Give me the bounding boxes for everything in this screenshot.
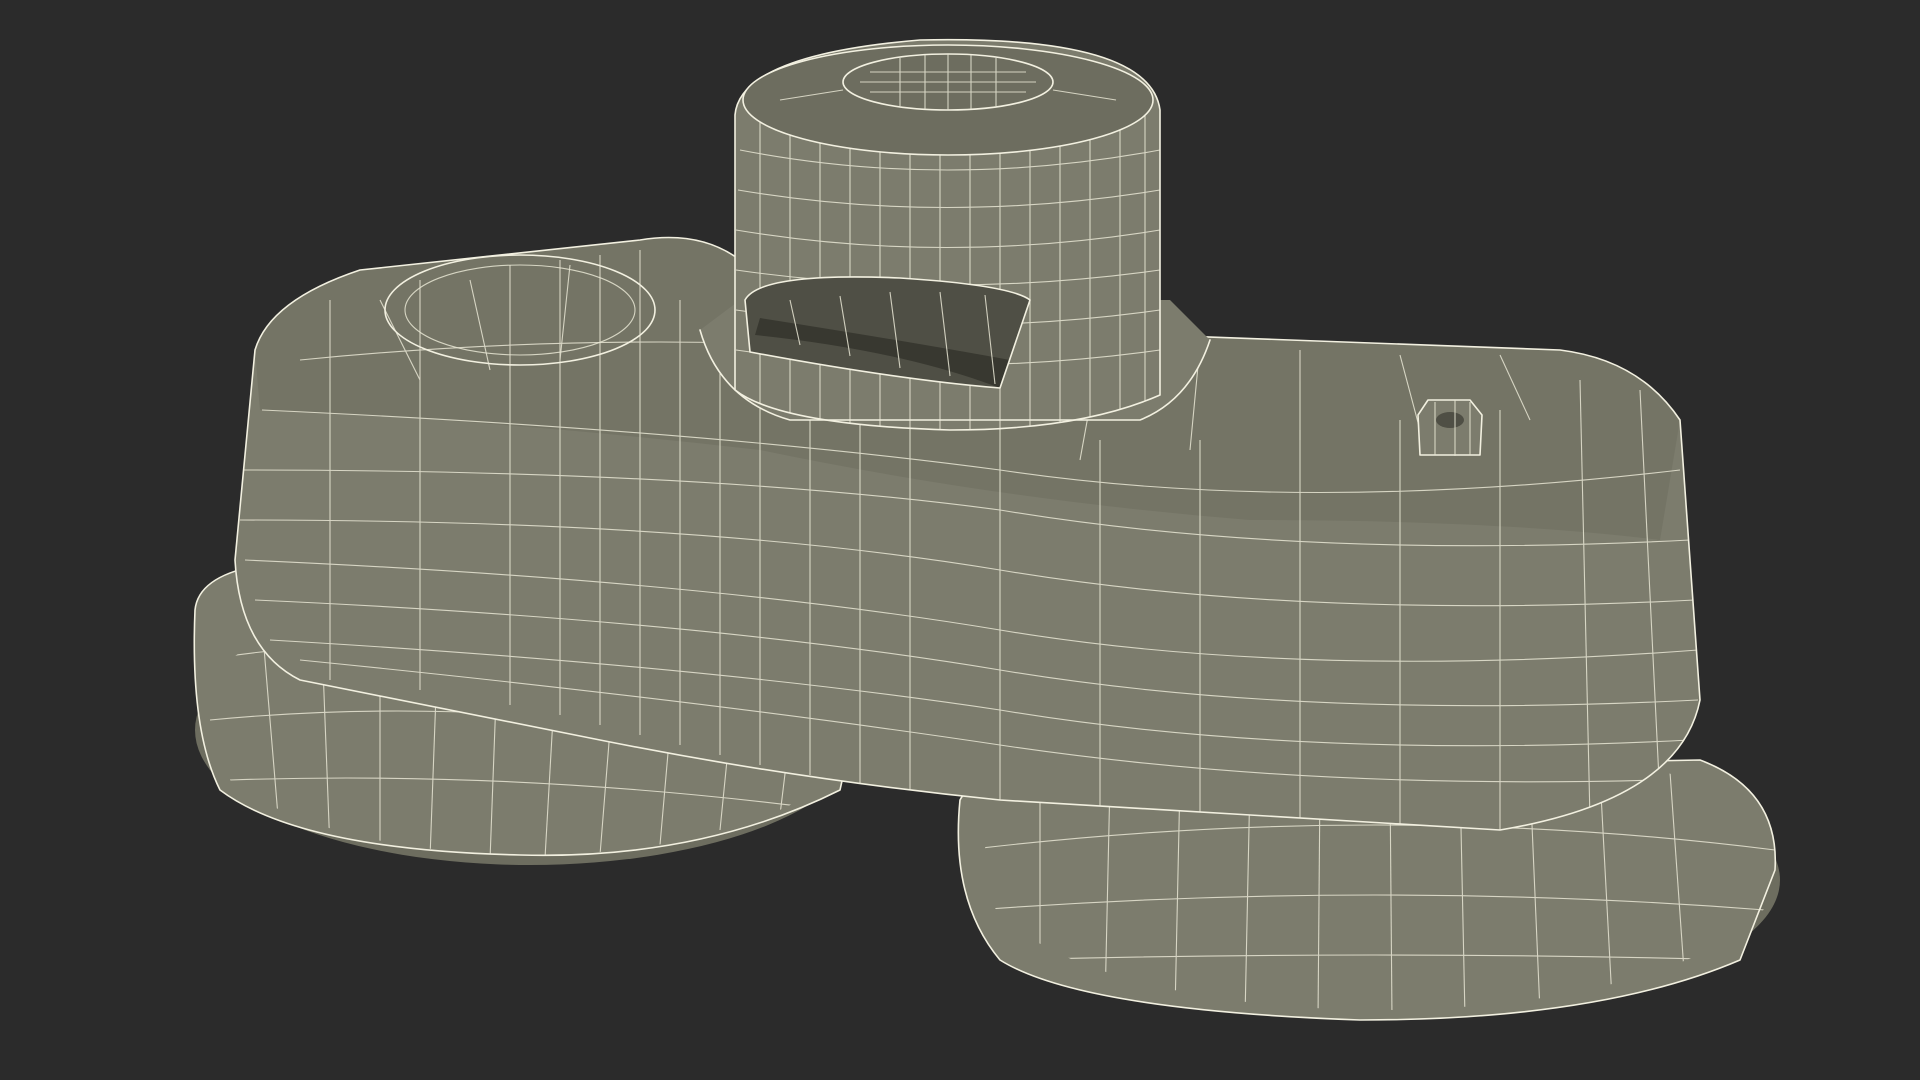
wireframe-render-viewport bbox=[193, 38, 1780, 1021]
hex-nut-knob bbox=[1417, 399, 1483, 456]
